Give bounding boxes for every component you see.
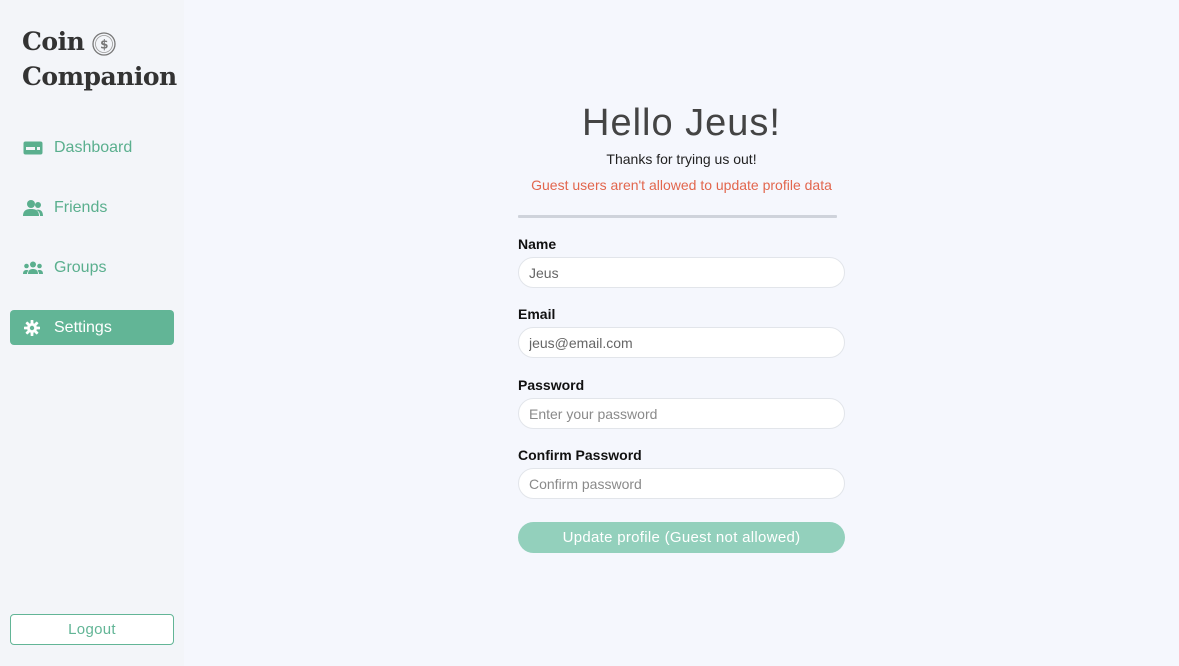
divider (518, 215, 837, 218)
sidebar-item-label: Groups (54, 258, 107, 276)
person-icon (23, 198, 43, 218)
logo-text-companion: Companion (22, 62, 177, 91)
sidebar-item-groups[interactable]: Groups (10, 250, 174, 285)
update-profile-button[interactable]: Update profile (Guest not allowed) (518, 522, 845, 553)
card-icon (23, 138, 43, 158)
sidebar-item-friends[interactable]: Friends (10, 190, 174, 225)
name-field[interactable] (518, 257, 845, 288)
name-label: Name (518, 236, 557, 252)
page-title: Hello Jeus! (582, 102, 781, 144)
gear-icon (22, 318, 42, 338)
sidebar: Coin $ Companion Dashboard Friends Group… (0, 0, 184, 666)
app-logo[interactable]: Coin $ Companion (22, 24, 182, 94)
svg-text:$: $ (100, 37, 108, 51)
people-icon (23, 258, 43, 278)
confirm-password-label: Confirm Password (518, 447, 642, 463)
sidebar-item-settings[interactable]: Settings (10, 310, 174, 345)
sidebar-item-label: Settings (54, 318, 112, 336)
settings-panel: Hello Jeus! Thanks for trying us out! Gu… (184, 0, 1179, 666)
password-field[interactable] (518, 398, 845, 429)
app-root: Coin $ Companion Dashboard Friends Group… (0, 0, 1179, 666)
email-label: Email (518, 306, 556, 322)
sidebar-item-label: Dashboard (54, 138, 133, 156)
sidebar-item-label: Friends (54, 198, 108, 216)
email-field[interactable] (518, 327, 845, 358)
sidebar-item-dashboard[interactable]: Dashboard (10, 130, 174, 165)
logout-button[interactable]: Logout (10, 614, 174, 645)
coin-icon: $ (92, 30, 116, 56)
confirm-password-field[interactable] (518, 468, 845, 499)
page-subtitle: Thanks for trying us out! (606, 151, 757, 167)
password-label: Password (518, 377, 585, 393)
guest-warning-text: Guest users aren't allowed to update pro… (531, 177, 832, 193)
logo-text-coin: Coin (22, 27, 85, 56)
logo-line-1: Coin $ (22, 24, 182, 59)
